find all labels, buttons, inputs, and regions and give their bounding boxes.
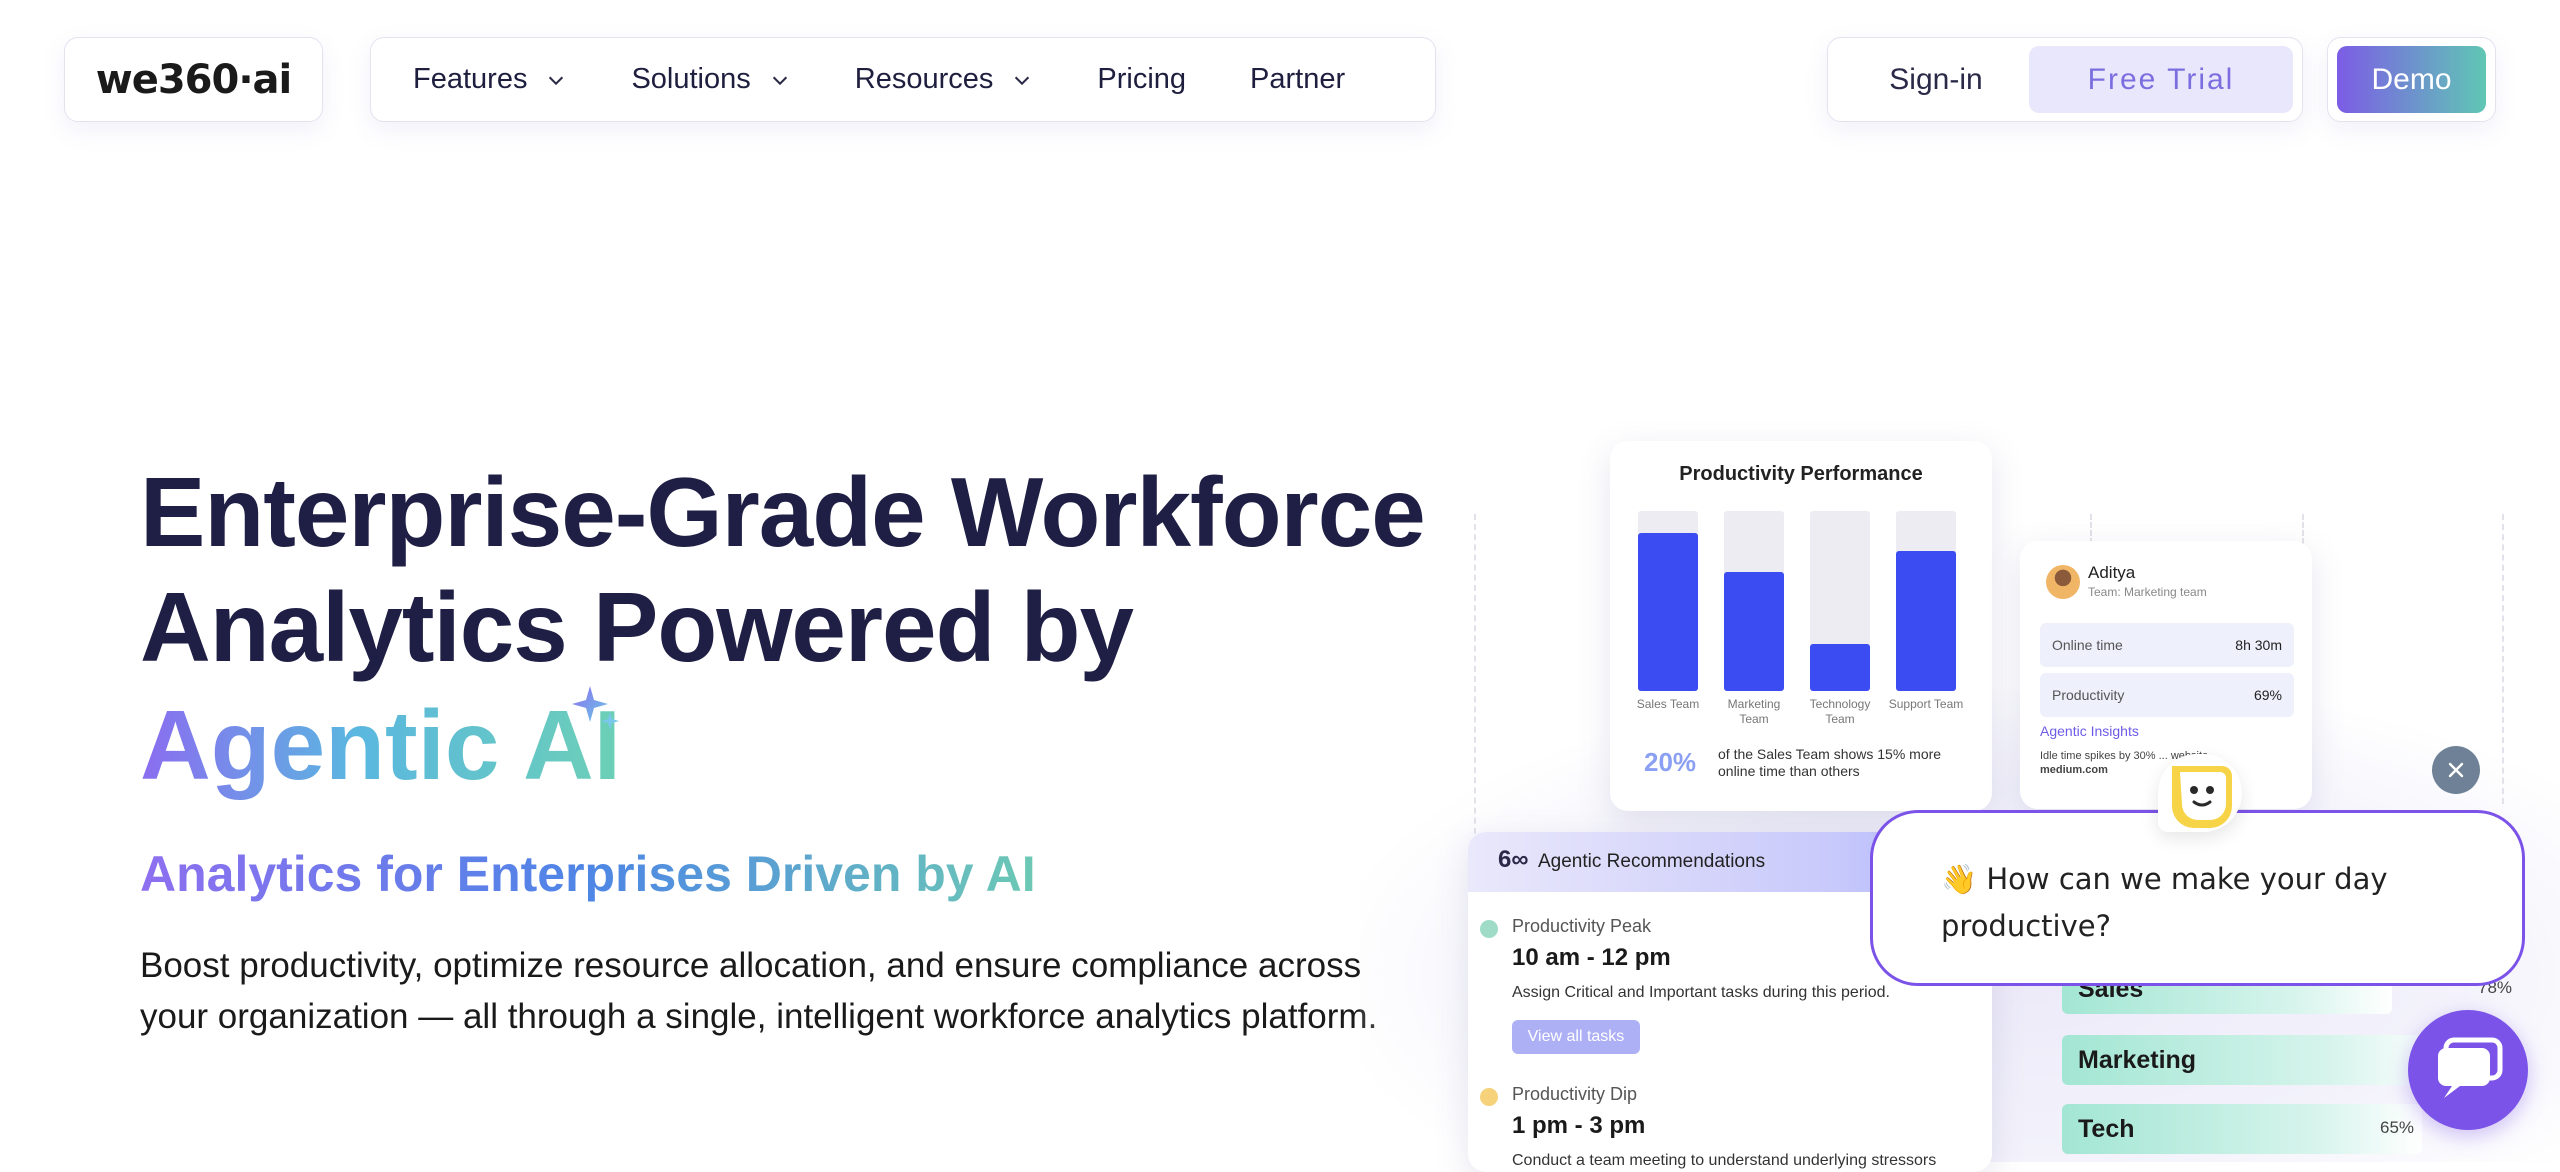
team-bar-marketing: Marketing bbox=[2062, 1035, 2442, 1085]
chat-greeting-bubble[interactable]: 👋 How can we make your day productive? bbox=[1870, 810, 2525, 986]
hero-title-line2: Analytics Powered by bbox=[140, 572, 1134, 682]
row-value: 8h 30m bbox=[2235, 637, 2282, 653]
highlight-percentage: 20% bbox=[1644, 747, 1697, 777]
chat-greeting-text: How can we make your day productive? bbox=[1941, 862, 2388, 943]
bar-label: Marketing Team bbox=[1727, 697, 1781, 726]
recommendation-kind: Productivity Peak bbox=[1512, 916, 1652, 936]
nav-item-label: Partner bbox=[1250, 63, 1346, 95]
grid-line bbox=[2302, 514, 2304, 544]
employee-name: Aditya bbox=[2088, 563, 2136, 582]
productivity-row: Productivity 69% bbox=[2040, 673, 2294, 717]
chat-close-button[interactable] bbox=[2432, 746, 2480, 794]
peak-dot-icon bbox=[1480, 920, 1498, 938]
chatbot-avatar bbox=[2158, 754, 2242, 832]
online-time-row: Online time 8h 30m bbox=[2040, 623, 2294, 667]
bar bbox=[1810, 644, 1870, 691]
recommendation-desc: Assign Critical and Important tasks duri… bbox=[1512, 984, 1890, 1001]
nav-item-label: Resources bbox=[854, 63, 994, 95]
nav-item-solutions[interactable]: Solutions bbox=[631, 63, 790, 96]
chat-launcher-button[interactable] bbox=[2408, 1010, 2528, 1130]
bar bbox=[1638, 532, 1698, 691]
recommendation-time: 1 pm - 3 pm bbox=[1512, 1112, 1646, 1139]
row-label: Online time bbox=[2052, 637, 2123, 653]
bar-label: Sales Team bbox=[1636, 697, 1700, 711]
hero-title: Enterprise-Grade Workforce Analytics Pow… bbox=[140, 455, 1440, 685]
team-label: Marketing bbox=[2078, 1045, 2197, 1074]
nav-item-label: Features bbox=[413, 63, 528, 95]
wave-icon: 👋 bbox=[1941, 862, 1978, 896]
row-label: Productivity bbox=[2052, 687, 2125, 703]
signin-link[interactable]: Sign-in bbox=[1846, 46, 2026, 113]
team-label: Tech bbox=[2078, 1114, 2135, 1143]
highlight-note: of the Sales Team shows 15% more online … bbox=[1718, 746, 1942, 779]
logo[interactable]: we360·ai bbox=[64, 37, 323, 122]
bar-track bbox=[1810, 511, 1870, 691]
hero-title-line1: Enterprise-Grade Workforce bbox=[140, 457, 1426, 567]
main-nav: Features Solutions Resources Pricing Par… bbox=[370, 37, 1436, 122]
grid-line bbox=[2502, 514, 2504, 804]
chevron-down-icon bbox=[549, 76, 564, 85]
recommendation-time: 10 am - 12 pm bbox=[1512, 944, 1671, 971]
nav-item-partner[interactable]: Partner bbox=[1250, 63, 1345, 96]
avatar bbox=[2046, 565, 2080, 599]
free-trial-button[interactable]: Free Trial bbox=[2029, 46, 2293, 113]
logo-text: we360·ai bbox=[95, 56, 292, 103]
we360-mark-icon: 6∞ bbox=[1498, 846, 1529, 873]
nav-item-features[interactable]: Features bbox=[413, 63, 567, 96]
nav-item-resources[interactable]: Resources bbox=[855, 63, 1034, 96]
bar bbox=[1724, 572, 1784, 691]
recommendation-desc: Conduct a team meeting to understand und… bbox=[1512, 1152, 1937, 1169]
chart-title: Productivity Performance bbox=[1679, 463, 1923, 485]
bar-track bbox=[1896, 511, 1956, 691]
grid-line bbox=[1474, 514, 1476, 844]
chevron-down-icon bbox=[1015, 76, 1030, 85]
row-value: 69% bbox=[2253, 687, 2282, 703]
team-bar-tech: Tech bbox=[2062, 1104, 2422, 1154]
bot-face-icon bbox=[2172, 766, 2232, 828]
bar-label: Technology Team bbox=[1809, 697, 1871, 726]
bar-track bbox=[1638, 511, 1698, 691]
nav-item-label: Pricing bbox=[1097, 63, 1187, 95]
productivity-performance-card: Productivity Performance Sales Team Marke… bbox=[1610, 441, 1992, 811]
agentic-insights-title: Agentic Insights bbox=[2040, 723, 2139, 739]
nav-item-label: Solutions bbox=[631, 63, 751, 95]
dip-dot-icon bbox=[1480, 1088, 1498, 1106]
chat-bubble-icon bbox=[2438, 1037, 2503, 1098]
recommendations-title: Agentic Recommendations bbox=[1538, 851, 1766, 872]
bar bbox=[1896, 550, 1956, 691]
employee-team: Team: Marketing team bbox=[2088, 585, 2207, 599]
demo-button[interactable]: Demo bbox=[2337, 46, 2486, 113]
close-icon bbox=[2448, 762, 2464, 778]
grid-line bbox=[2090, 514, 2092, 544]
hero-description: Boost productivity, optimize resource al… bbox=[140, 946, 1378, 1036]
hero-subtitle: Analytics for Enterprises Driven by AI bbox=[140, 846, 1036, 902]
recommendation-kind: Productivity Dip bbox=[1512, 1084, 1638, 1104]
chevron-down-icon bbox=[772, 76, 787, 85]
sparkle-icon bbox=[572, 686, 619, 730]
bar-track bbox=[1724, 511, 1784, 691]
hero-title-accent: Agentic AI bbox=[140, 688, 621, 803]
view-all-tasks-button[interactable]: View all tasks bbox=[1512, 1020, 1640, 1054]
bar-label: Support Team bbox=[1888, 697, 1964, 711]
nav-item-pricing[interactable]: Pricing bbox=[1097, 63, 1186, 96]
